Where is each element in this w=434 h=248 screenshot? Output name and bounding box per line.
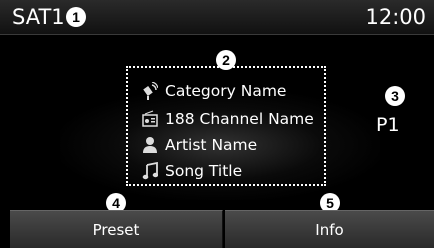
preset-button[interactable]: Preset [10,210,223,248]
satellite-icon [142,81,159,100]
track-info-box: Category Name 188 Channel Name Artist Na… [126,66,326,186]
artist-row: Artist Name [142,133,257,157]
artist-name: Artist Name [165,136,258,154]
channel-name: 188 Channel Name [165,110,314,128]
clock: 12:00 [365,5,426,29]
person-icon [142,136,158,154]
category-row: Category Name [142,79,286,103]
radio-icon [142,110,158,128]
info-button[interactable]: Info [225,210,434,248]
source-label: SAT1 [12,5,65,29]
category-name: Category Name [165,82,287,100]
music-note-icon [142,161,159,180]
radio-screen: SAT1 12:00 1 2 3 4 5 Category Name 188 C… [0,0,434,248]
preset-indicator: P1 [376,114,400,136]
callout-3: 3 [385,86,405,106]
channel-row: 188 Channel Name [142,107,314,131]
callout-1: 1 [66,7,86,27]
song-row: Song Title [142,159,242,183]
song-title: Song Title [165,162,243,180]
